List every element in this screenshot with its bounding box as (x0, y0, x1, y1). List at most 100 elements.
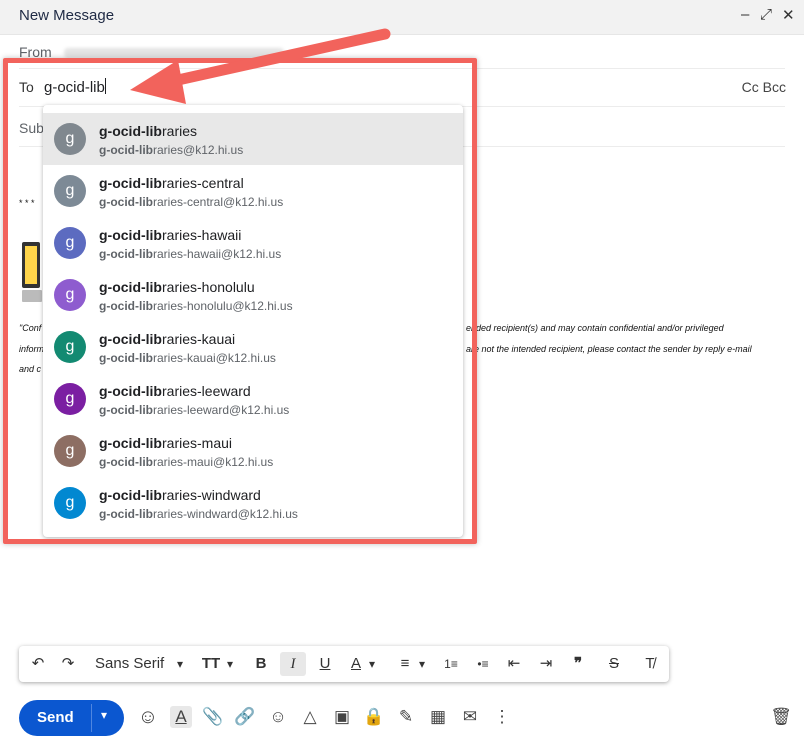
suggestion-item[interactable]: g g-ocid-libraries-honolulu g-ocid-librari… (43, 269, 463, 321)
suggestion-item[interactable]: g g-ocid-libraries-central g-ocid-librarie… (43, 165, 463, 217)
close-icon[interactable]: ✕ (782, 6, 795, 24)
send-button[interactable]: Send ▾ (19, 700, 124, 736)
italic-button[interactable]: I (280, 652, 306, 676)
email-rest: raries-central@k12.hi.us (153, 195, 284, 209)
email-rest: raries-windward@k12.hi.us (153, 507, 298, 521)
send-options-icon[interactable]: ▾ (101, 708, 107, 722)
autocomplete-dropdown: g g-ocid-libraries g-ocid-libraries@k12.hi… (43, 105, 463, 537)
name-match: g-ocid-lib (99, 383, 162, 399)
suggestion-email: g-ocid-libraries-windward@k12.hi.us (99, 507, 298, 521)
cc-bcc-link[interactable]: Cc Bcc (742, 79, 786, 95)
suggestion-item[interactable]: g g-ocid-libraries-kauai g-ocid-libraries-… (43, 321, 463, 373)
text-color-icon[interactable]: A (347, 652, 365, 676)
avatar-initial: g (65, 338, 75, 355)
avatar-initial: g (65, 286, 75, 303)
name-match: g-ocid-lib (99, 227, 162, 243)
suggestion-email: g-ocid-libraries-honolulu@k12.hi.us (99, 299, 293, 313)
name-rest: raries (162, 123, 198, 139)
suggestion-name: g-ocid-libraries-windward (99, 487, 261, 503)
undo-icon[interactable]: ↶ (27, 652, 49, 676)
name-match: g-ocid-lib (99, 435, 162, 451)
name-rest: raries-maui (162, 435, 233, 451)
email-match: g-ocid-lib (99, 455, 153, 469)
outdent-icon[interactable]: ⇤ (503, 652, 525, 676)
suggestion-email: g-ocid-libraries-maui@k12.hi.us (99, 455, 273, 469)
compose-title: New Message (19, 7, 115, 24)
suggestion-item[interactable]: g g-ocid-libraries-windward g-ocid-librari… (43, 477, 463, 529)
suggestion-email: g-ocid-libraries-central@k12.hi.us (99, 195, 283, 209)
suggestion-item[interactable]: g g-ocid-libraries-hawaii g-ocid-libraries… (43, 217, 463, 269)
suggestion-name: g-ocid-libraries-kauai (99, 331, 235, 347)
more-options-icon[interactable]: ⋮ (491, 706, 513, 728)
underline-button[interactable]: U (313, 652, 337, 676)
email-match: g-ocid-lib (99, 299, 153, 313)
email-match: g-ocid-lib (99, 403, 153, 417)
bulleted-list-icon[interactable]: •≡ (471, 652, 495, 676)
bold-button[interactable]: B (249, 652, 273, 676)
contact-avatar: g (54, 227, 86, 259)
font-caret-icon[interactable]: ▾ (173, 652, 187, 676)
avatar-initial: g (65, 494, 75, 511)
contact-avatar: g (54, 175, 86, 207)
numbered-list-icon[interactable]: 1≡ (439, 652, 463, 676)
font-size-icon[interactable]: TT (199, 652, 223, 676)
formatting-options-icon[interactable]: A (170, 706, 192, 728)
link-icon[interactable]: 🔗 (234, 706, 256, 728)
layout-icon[interactable]: ▦ (427, 706, 449, 728)
body-image-laptop (22, 242, 42, 304)
send-label: Send (37, 709, 74, 726)
email-match: g-ocid-lib (99, 351, 153, 365)
suggestion-name: g-ocid-libraries-maui (99, 435, 232, 451)
align-caret-icon[interactable]: ▾ (415, 652, 429, 676)
name-match: g-ocid-lib (99, 279, 162, 295)
contact-avatar: g (54, 383, 86, 415)
body-line-3: and c (19, 364, 42, 374)
photo-icon[interactable]: ▣ (331, 706, 353, 728)
suggestion-name: g-ocid-libraries-leeward (99, 383, 251, 399)
contact-avatar: g (54, 279, 86, 311)
suggestion-item[interactable]: g g-ocid-libraries-maui g-ocid-libraries-m… (43, 425, 463, 477)
suggestion-email: g-ocid-libraries-hawaii@k12.hi.us (99, 247, 281, 261)
signature-icon[interactable]: ✎ (395, 706, 417, 728)
suggestion-email: g-ocid-libraries@k12.hi.us (99, 143, 243, 157)
font-family-select[interactable]: Sans Serif (95, 652, 167, 676)
discard-trash-icon[interactable]: 🗑 (770, 706, 792, 728)
minimize-icon[interactable]: – (741, 6, 749, 23)
name-rest: raries-leeward (162, 383, 251, 399)
suggestion-name: g-ocid-libraries-central (99, 175, 244, 191)
compose-bottom-bar: Send ▾ ☺ A 📎 🔗 ☺ △ ▣ 🔒 ✎ ▦ ✉ ⋮ 🗑 (0, 696, 804, 740)
email-match: g-ocid-lib (99, 143, 153, 157)
popout-icon[interactable]: ⤢ (760, 6, 772, 23)
formatting-toolbar: ↶ ↷ Sans Serif ▾ TT ▾ B I U A ▾ ≡ ▾ 1≡ •… (19, 646, 669, 682)
from-label: From (19, 44, 52, 60)
indent-icon[interactable]: ⇥ (535, 652, 557, 676)
email-rest: raries-maui@k12.hi.us (153, 455, 274, 469)
clear-formatting-icon[interactable]: T̸ (639, 652, 661, 676)
bitmoji-avatar-icon[interactable]: ☺ (137, 706, 159, 728)
name-match: g-ocid-lib (99, 123, 162, 139)
quote-icon[interactable]: ❞ (567, 652, 589, 676)
color-caret-icon[interactable]: ▾ (365, 652, 379, 676)
template-icon[interactable]: ✉ (459, 706, 481, 728)
name-match: g-ocid-lib (99, 331, 162, 347)
name-match: g-ocid-lib (99, 175, 162, 191)
align-icon[interactable]: ≡ (395, 652, 415, 676)
strikethrough-icon[interactable]: S (603, 652, 625, 676)
redo-icon[interactable]: ↷ (57, 652, 79, 676)
email-match: g-ocid-lib (99, 507, 153, 521)
body-line-1: "Conf (19, 323, 42, 333)
suggestion-item[interactable]: g g-ocid-libraries g-ocid-libraries@k12.hi… (43, 113, 463, 165)
attach-icon[interactable]: 📎 (202, 706, 224, 728)
confidential-lock-icon[interactable]: 🔒 (363, 706, 385, 728)
avatar-initial: g (65, 390, 75, 407)
suggestion-item[interactable]: g g-ocid-libraries-leeward g-ocid-librarie… (43, 373, 463, 425)
emoji-icon[interactable]: ☺ (267, 706, 289, 728)
avatar-initial: g (65, 234, 75, 251)
name-rest: raries-hawaii (162, 227, 242, 243)
text-cursor (104, 78, 106, 94)
contact-avatar: g (54, 435, 86, 467)
drive-icon[interactable]: △ (299, 706, 321, 728)
size-caret-icon[interactable]: ▾ (223, 652, 237, 676)
send-divider (91, 704, 92, 732)
annotation-arrow (130, 28, 391, 104)
